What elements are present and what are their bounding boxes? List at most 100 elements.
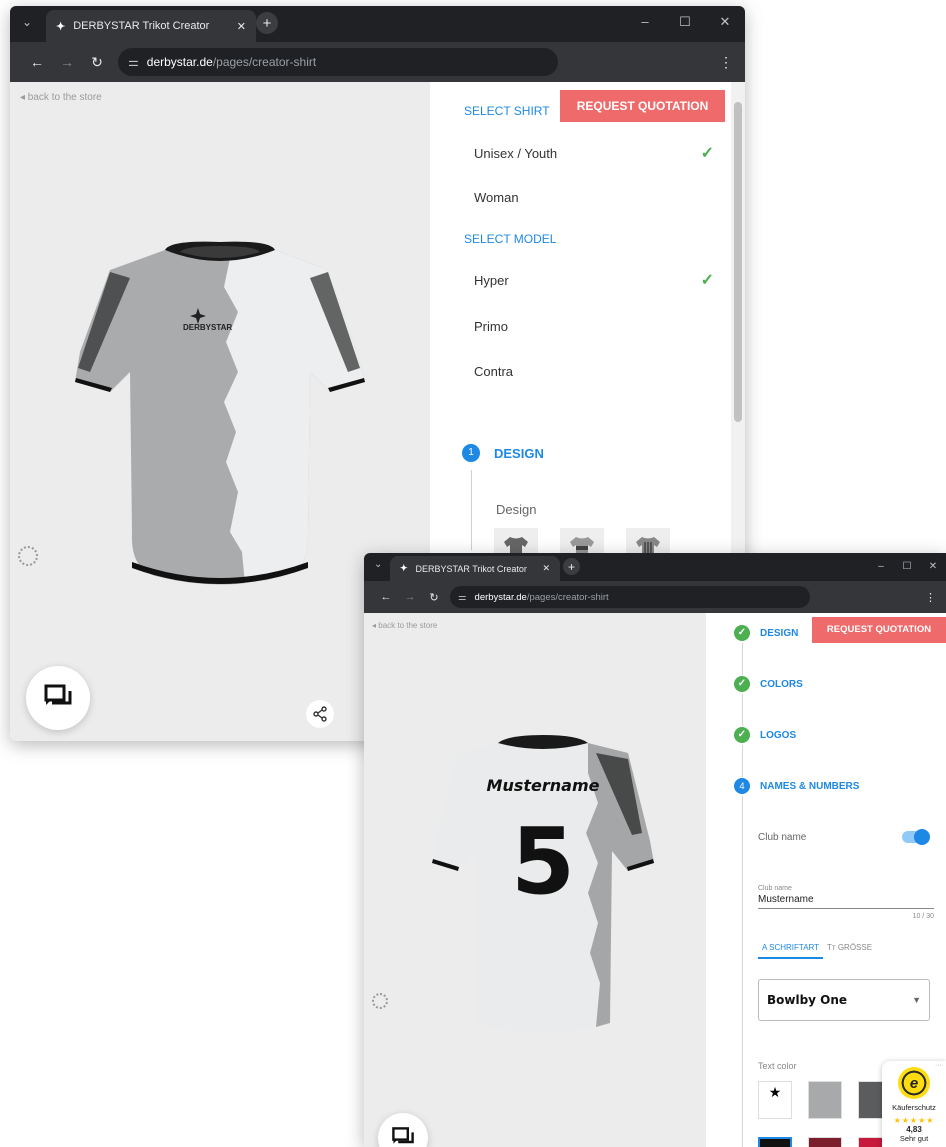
minimize-icon[interactable]: – [868,553,894,581]
design-section-label: Design [496,502,537,517]
checkmark-icon: ✓ [700,272,714,289]
badge-rating: 4,83 [906,1125,922,1134]
char-counter: 10 / 30 [912,913,934,920]
back-arrow-icon[interactable]: ← [374,591,398,603]
step-number: 4 [734,778,750,794]
step-design[interactable]: 1 DESIGN [462,444,544,462]
forward-arrow-icon[interactable]: → [398,591,422,603]
new-tab-button[interactable]: + [256,12,278,34]
step-label: LOGOS [760,729,797,741]
request-quotation-button[interactable]: REQUEST QUOTATION [560,90,725,122]
shirt-name-text: Mustername [487,776,600,795]
step-label: DESIGN [494,445,544,461]
derbystar-favicon-icon: ✦ [400,563,408,573]
tab-bar: ⌄ ✦ DERBYSTAR Trikot Creator ✕ + – ☐ ✕ [364,553,946,581]
step-logos[interactable]: ✓ LOGOS [734,727,796,743]
site-info-icon[interactable]: ⚌ [128,55,139,69]
select-shirt-heading: SELECT SHIRT [464,104,550,118]
minimize-icon[interactable]: – [625,6,665,38]
shirt-back-3d-preview[interactable]: Mustername 5 [428,723,658,1053]
club-name-toggle-row: Club name [758,829,930,845]
window-controls: – ☐ ✕ [868,553,946,581]
tab-font[interactable]: A SCHRIFTART [758,939,824,959]
chat-button[interactable] [378,1113,428,1147]
reload-icon[interactable]: ↻ [82,54,112,71]
option-label: Hyper [474,272,509,288]
badge-close-icon[interactable]: ··· [935,1062,942,1069]
step-connector [742,643,743,675]
color-swatch-burgundy[interactable] [808,1137,842,1147]
model-option-hyper[interactable]: Hyper ✓ [474,265,714,295]
address-bar: ← → ↻ ⚌ derbystar.de /pages/creator-shir… [10,42,745,82]
check-circle-icon: ✓ [734,727,750,743]
selected-star-icon: ★ [768,1084,782,1100]
site-info-icon[interactable]: ⚌ [458,592,467,603]
browser-tab[interactable]: ✦ DERBYSTAR Trikot Creator ✕ [390,556,560,581]
tab-close-icon[interactable]: ✕ [237,20,246,33]
text-style-tabs: A SCHRIFTART Tт GRÖSSE [758,939,876,959]
text-color-swatches: ★ [758,1081,892,1119]
reload-icon[interactable]: ↻ [422,591,446,604]
shirt-option-woman[interactable]: Woman [474,182,714,212]
share-icon [313,706,327,722]
browser-menu-icon[interactable]: ⋮ [925,591,936,604]
chat-button[interactable] [26,666,90,730]
maximize-icon[interactable]: ☐ [894,553,920,581]
color-swatch-grey[interactable] [808,1081,842,1119]
maximize-icon[interactable]: ☐ [665,6,705,38]
browser-tab[interactable]: ✦ DERBYSTAR Trikot Creator ✕ [46,10,256,42]
tab-search-chevron-icon[interactable]: ⌄ [374,559,382,570]
toggle-knob [914,829,930,845]
derbystar-favicon-icon: ✦ [56,20,66,33]
color-swatch-black[interactable] [758,1137,792,1147]
back-to-store-link[interactable]: ◂ back to the store [20,92,102,103]
url-field[interactable]: ⚌ derbystar.de /pages/creator-shirt [118,48,558,76]
checkmark-icon: ✓ [700,145,714,162]
step-label: DESIGN [760,627,799,639]
step-connector [742,796,743,1147]
forward-arrow-icon[interactable]: → [52,54,82,70]
step-connector [742,694,743,726]
step-number: 1 [462,444,480,462]
option-label: Unisex / Youth [474,145,558,161]
font-select[interactable]: Bowlby One ▼ [758,979,930,1021]
check-circle-icon: ✓ [734,625,750,641]
shirt-viewer[interactable]: ◂ back to the store Mustername 5 [364,613,706,1147]
step-colors[interactable]: ✓ COLORS [734,676,803,692]
request-quotation-button[interactable]: REQUEST QUOTATION [812,617,946,643]
shirt-front-3d-preview[interactable]: DERBYSTAR [70,232,370,602]
new-tab-button[interactable]: + [563,558,580,575]
step-names-numbers[interactable]: 4 NAMES & NUMBERS [734,778,859,794]
color-swatch-white[interactable]: ★ [758,1081,792,1119]
text-color-swatches-row2 [758,1137,892,1147]
close-window-icon[interactable]: ✕ [920,553,946,581]
tab-title: DERBYSTAR Trikot Creator [415,563,527,574]
option-label: Primo [474,318,508,334]
browser-menu-icon[interactable]: ⋮ [719,54,733,71]
url-path: /pages/creator-shirt [212,55,317,69]
tab-bar: ⌄ ✦ DERBYSTAR Trikot Creator ✕ + – ☐ ✕ [10,6,745,42]
scrollbar-thumb[interactable] [734,102,742,422]
url-field[interactable]: ⚌ derbystar.de /pages/creator-shirt [450,586,810,608]
back-arrow-icon[interactable]: ← [22,54,52,70]
club-name-input[interactable]: Mustername [758,892,934,909]
club-name-toggle[interactable] [902,829,930,845]
address-bar: ← → ↻ ⚌ derbystar.de /pages/creator-shir… [364,581,946,613]
model-option-primo[interactable]: Primo [474,311,714,341]
trusted-shops-badge[interactable]: ··· e Käuferschutz ★★★★★ 4,83 Sehr gut [882,1061,946,1147]
step-label: NAMES & NUMBERS [760,780,860,792]
url-path: /pages/creator-shirt [526,591,609,603]
shirt-option-unisex[interactable]: Unisex / Youth ✓ [474,138,714,168]
back-to-store-link[interactable]: ◂ back to the store [372,621,437,630]
browser-window-front: ⌄ ✦ DERBYSTAR Trikot Creator ✕ + – ☐ ✕ ←… [364,553,946,1147]
club-name-field[interactable]: Club name Mustername 10 / 30 [758,885,934,920]
share-button[interactable] [306,700,334,728]
configurator-panel: REQUEST QUOTATION ✓ DESIGN ✓ COLORS ✓ LO… [706,613,946,1147]
tab-search-chevron-icon[interactable]: ⌄ [22,15,32,29]
model-option-contra[interactable]: Contra [474,356,714,386]
close-window-icon[interactable]: ✕ [705,6,745,38]
tab-close-icon[interactable]: ✕ [542,563,550,574]
shirt-brand-text: DERBYSTAR [183,323,232,332]
step-design[interactable]: ✓ DESIGN [734,625,798,641]
tab-size[interactable]: Tт GRÖSSE [823,939,876,959]
